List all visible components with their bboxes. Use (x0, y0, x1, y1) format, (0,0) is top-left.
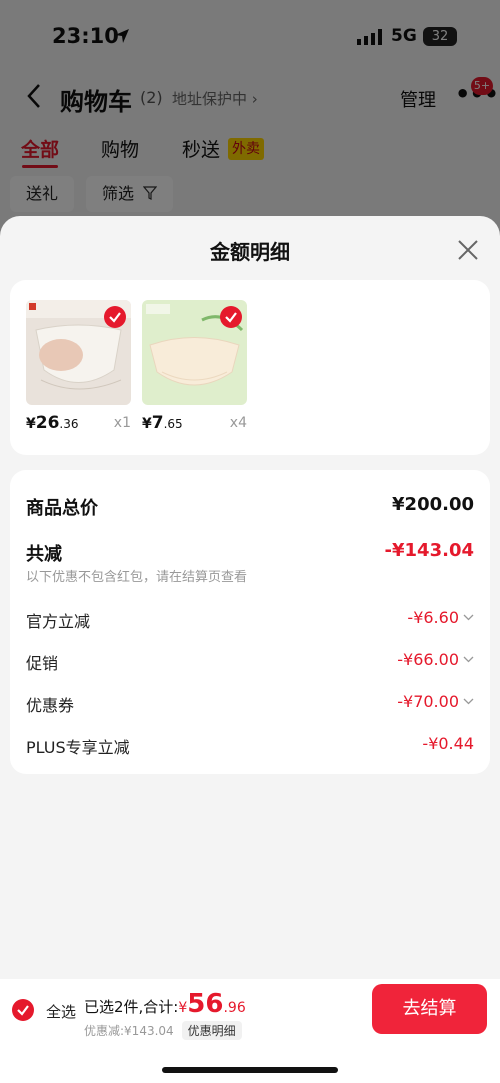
product-checked-icon[interactable] (220, 306, 242, 328)
total-reduce-value: -¥143.04 (384, 540, 474, 561)
chevron-down-icon (463, 698, 474, 705)
reduce-note: 以下优惠不包含红包，请在结算页查看 (26, 570, 248, 585)
total-price-value: ¥200.00 (392, 494, 474, 515)
discount-value: -¥70.00 (397, 692, 474, 711)
total-price-label: 商品总价 (26, 498, 98, 519)
product-price: ¥26.36 (26, 413, 79, 433)
discount-label: PLUS专享立减 (26, 738, 130, 757)
chevron-down-icon (463, 614, 474, 621)
discount-row-official[interactable]: 官方立减 -¥6.60 (26, 608, 474, 632)
total-amount: 56 (187, 989, 224, 1019)
amount-detail-sheet: 金额明细 ¥26.36 x1 ¥7.65 x4 商品总价 ¥200.00 共减 … (0, 216, 500, 979)
selected-products-card: ¥26.36 x1 ¥7.65 x4 (10, 280, 490, 455)
total-summary: 已选2件,合计:¥56.96 (84, 989, 246, 1019)
product-price: ¥7.65 (142, 413, 183, 433)
discount-summary: 优惠减:¥143.04 优惠明细 (84, 1021, 242, 1040)
chevron-down-icon (463, 656, 474, 663)
home-indicator (162, 1067, 338, 1073)
amount-breakdown-card: 商品总价 ¥200.00 共减 -¥143.04 以下优惠不包含红包，请在结算页… (10, 470, 490, 774)
selected-count-text: 已选2件,合计: (84, 998, 179, 1016)
discount-row-plus: PLUS专享立减 -¥0.44 (26, 734, 474, 758)
discount-label: 促销 (26, 654, 59, 673)
product-quantity: x4 (229, 415, 247, 431)
discount-row-coupon[interactable]: 优惠券 -¥70.00 (26, 692, 474, 716)
select-all-checkbox[interactable] (12, 999, 34, 1021)
product-checked-icon[interactable] (104, 306, 126, 328)
discount-value: -¥0.44 (422, 734, 474, 753)
discount-row-promotion[interactable]: 促销 -¥66.00 (26, 650, 474, 674)
discount-label: 官方立减 (26, 612, 91, 631)
total-price-row: 商品总价 ¥200.00 (26, 494, 474, 520)
total-reduce-label: 共减 (26, 544, 62, 565)
checkout-button[interactable]: 去结算 (372, 984, 487, 1034)
discount-label: 优惠券 (26, 696, 75, 715)
discount-value: -¥6.60 (407, 608, 474, 627)
product-quantity: x1 (113, 415, 131, 431)
checkout-bar: 全选 已选2件,合计:¥56.96 优惠减:¥143.04 优惠明细 去结算 (0, 979, 500, 1083)
sheet-title: 金额明细 (210, 240, 290, 264)
total-reduce-row: 共减 -¥143.04 以下优惠不包含红包，请在结算页查看 (26, 540, 474, 588)
select-all-label[interactable]: 全选 (46, 1001, 76, 1022)
close-icon[interactable] (456, 238, 480, 262)
discount-value: -¥66.00 (397, 650, 474, 669)
discount-detail-button[interactable]: 优惠明细 (181, 1021, 242, 1040)
discount-amount: 优惠减:¥143.04 (84, 1024, 174, 1038)
